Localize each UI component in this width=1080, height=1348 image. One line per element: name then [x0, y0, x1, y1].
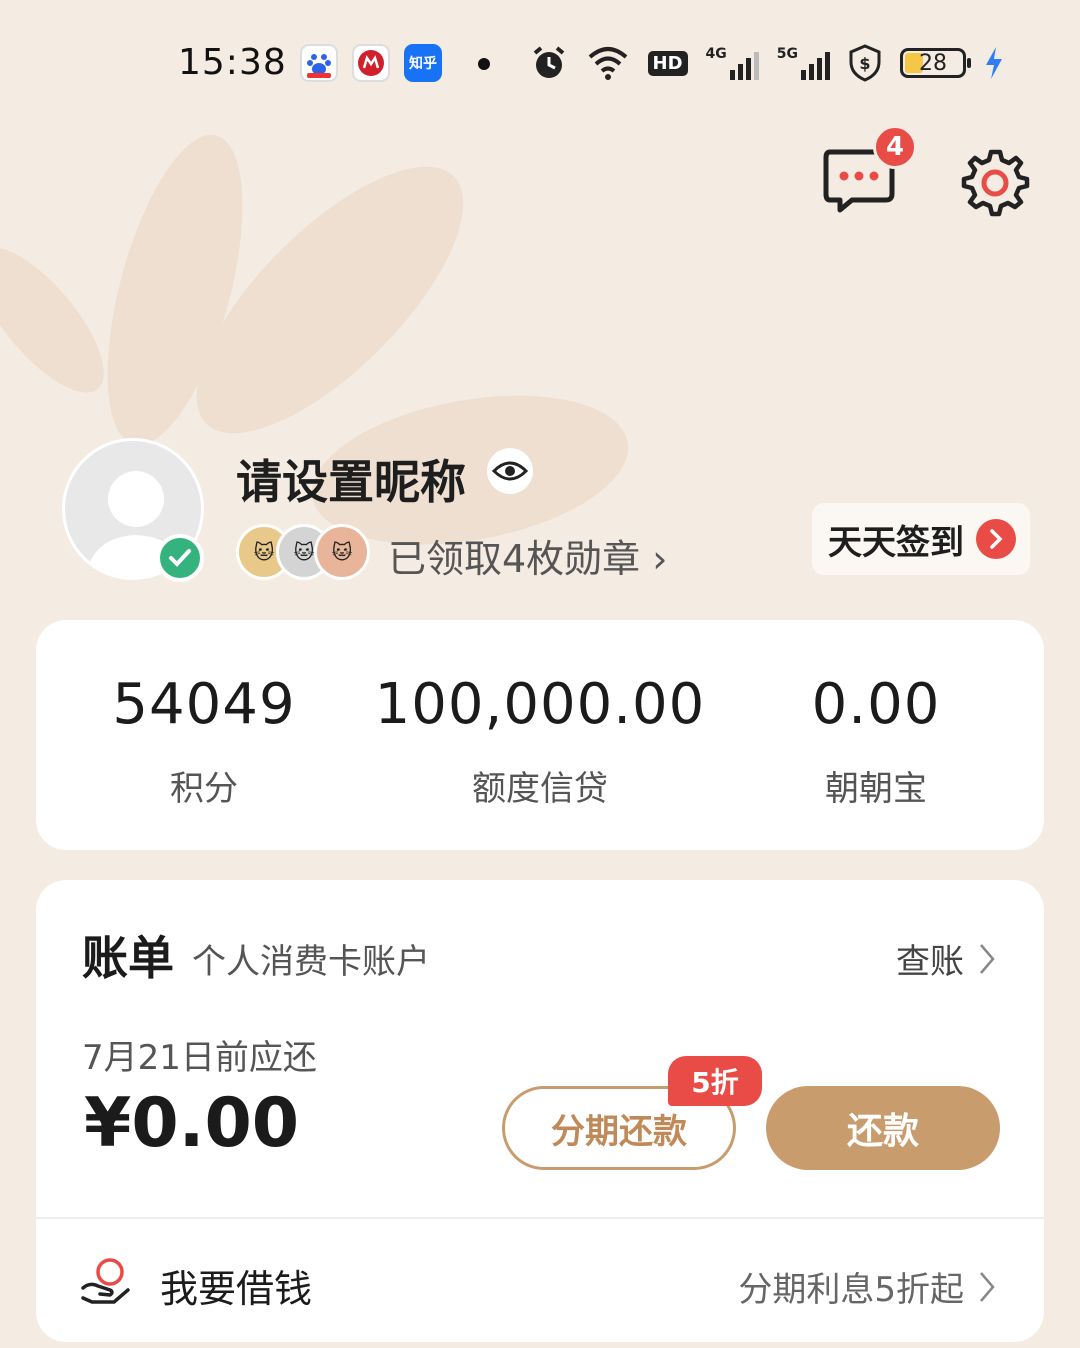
daily-checkin-button[interactable]: 天天签到: [812, 503, 1030, 575]
checkin-label: 天天签到: [828, 522, 964, 563]
eye-icon: [492, 461, 528, 481]
baidu-icon: [300, 44, 338, 82]
bill-card: 账单 个人消费卡账户 查账 7月21日前应还 ¥0.00 分期还款 5折 还款 …: [36, 880, 1044, 1342]
cmb-bank-icon: [352, 44, 390, 82]
chevron-right-icon: [980, 943, 995, 974]
svg-text:$: $: [859, 54, 870, 73]
signal-4g-icon: 4G: [706, 46, 759, 80]
borrow-promo: 分期利息5折起: [738, 1262, 996, 1311]
stats-card: 54049 积分 100,000.00 额度信贷 0.00 朝朝宝: [36, 620, 1044, 850]
wifi-icon: [588, 47, 627, 80]
divider: [36, 1217, 1044, 1219]
check-bill-label: 查账: [896, 942, 964, 982]
medals-link[interactable]: 已领取4枚勋章 ›: [388, 528, 667, 583]
signal-5g-icon: 5G: [777, 46, 830, 80]
bill-subtitle: 个人消费卡账户: [192, 942, 430, 982]
alarm-icon: [533, 46, 564, 78]
status-time: 15:38: [178, 42, 287, 83]
medals-text: 已领取4枚勋章: [388, 537, 641, 581]
battery-indicator: 28: [900, 48, 971, 78]
hand-coin-icon: [81, 1258, 130, 1304]
eye-toggle-button[interactable]: [487, 448, 533, 494]
stat-credit-limit[interactable]: 100,000.00 额度信贷: [370, 672, 710, 810]
notification-dot: [478, 58, 490, 70]
verified-check-icon: [156, 534, 204, 582]
repay-button[interactable]: 还款: [766, 1086, 1000, 1170]
stat-label: 额度信贷: [472, 769, 608, 809]
check-bill-link[interactable]: 查账: [896, 934, 996, 983]
due-amount: ¥0.00: [84, 1084, 300, 1163]
zhihu-icon: 知乎: [404, 44, 442, 82]
stat-value: 54049: [112, 672, 296, 737]
stat-zhaozhaobao[interactable]: 0.00 朝朝宝: [766, 672, 986, 810]
gear-icon: [961, 149, 1030, 217]
stat-value: 100,000.00: [374, 672, 706, 737]
borrow-label: 我要借钱: [160, 1267, 313, 1311]
stat-value: 0.00: [811, 672, 941, 737]
bill-title: 账单: [82, 931, 174, 985]
discount-tag: 5折: [668, 1056, 762, 1106]
status-bar: 15:38 知乎 HD 4G 5G $ 28: [0, 0, 1080, 128]
medals-group[interactable]: 🐱 🐱 🐱: [236, 524, 370, 580]
hd-icon: HD: [647, 50, 688, 76]
nickname[interactable]: 请设置昵称: [236, 446, 466, 512]
borrow-promo-text: 分期利息5折起: [738, 1270, 964, 1310]
stat-label: 朝朝宝: [825, 769, 927, 809]
chevron-right-icon: ›: [640, 537, 668, 581]
message-count-badge: 4: [873, 125, 917, 169]
due-date-label: 7月21日前应还: [82, 1038, 317, 1078]
stat-label: 积分: [170, 769, 238, 809]
charging-bolt-icon: [986, 47, 1002, 79]
settings-button[interactable]: [958, 146, 1030, 218]
borrow-row[interactable]: 我要借钱 分期利息5折起: [36, 1220, 1044, 1342]
bronze-medal-icon: 🐱: [314, 524, 370, 580]
shield-dollar-icon: $: [849, 44, 881, 82]
status-icons: HD 4G 5G $ 28: [530, 40, 1004, 86]
chevron-right-icon: [976, 519, 1016, 559]
chevron-right-icon: [980, 1271, 995, 1302]
stat-points[interactable]: 54049 积分: [84, 672, 324, 810]
